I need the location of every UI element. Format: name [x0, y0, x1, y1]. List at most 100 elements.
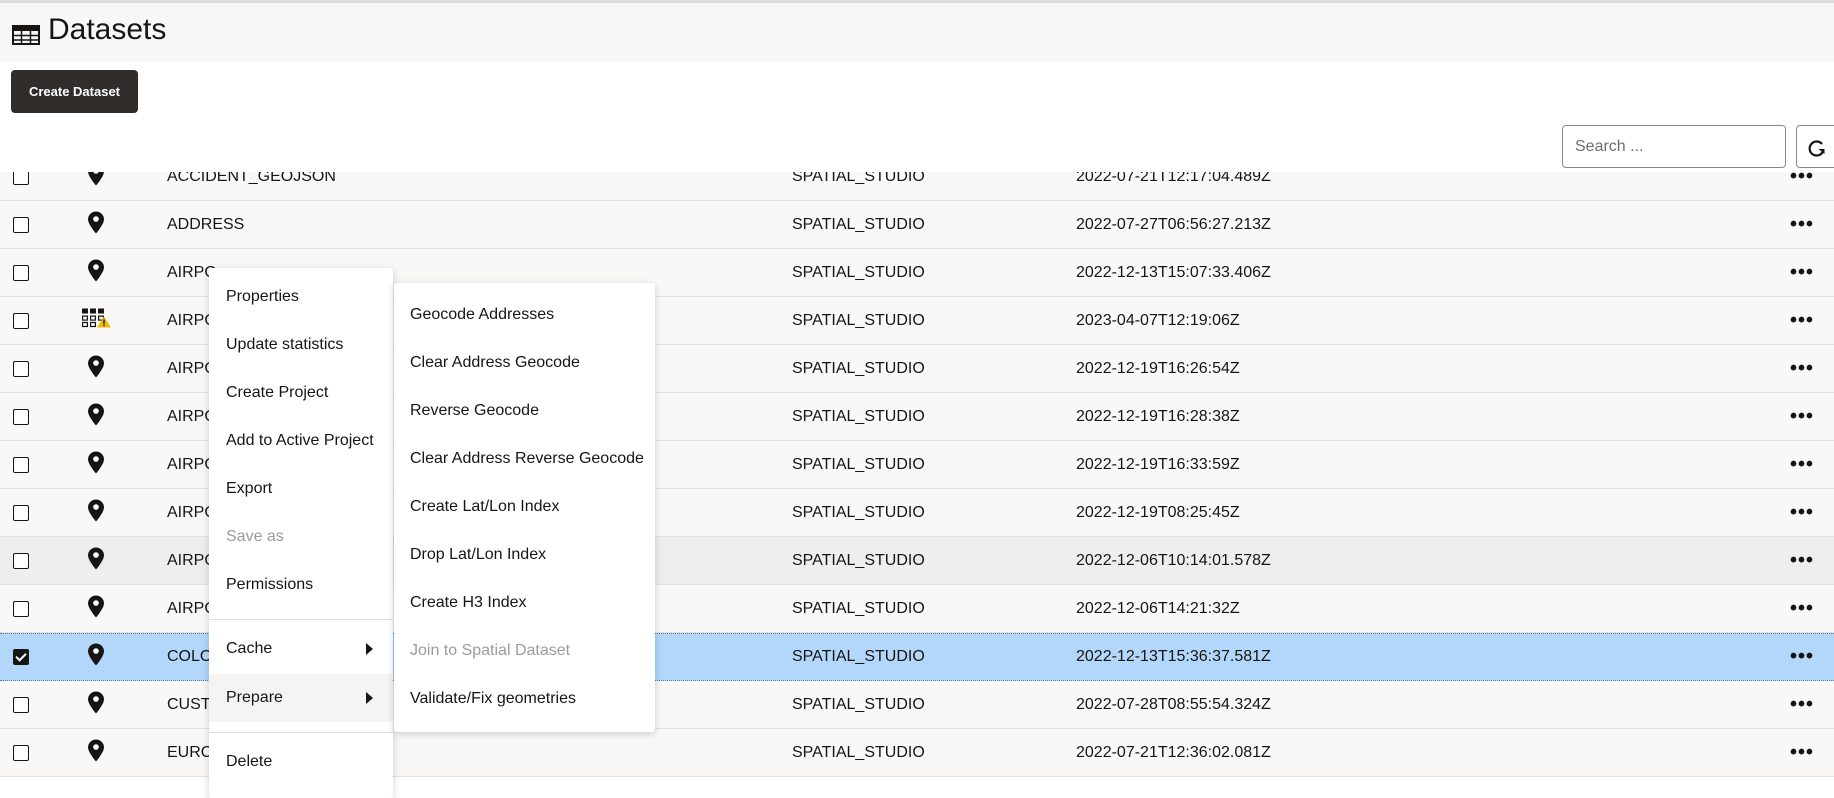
dataset-owner: SPATIAL_STUDIO [792, 599, 925, 617]
more-actions-icon[interactable]: ••• [1790, 213, 1814, 236]
dataset-date: 2022-12-06T10:14:01.578Z [1076, 551, 1271, 569]
search-input[interactable] [1562, 125, 1786, 168]
dataset-date: 2022-12-13T15:07:33.406Z [1076, 263, 1271, 281]
more-actions-icon[interactable]: ••• [1790, 453, 1814, 476]
more-actions-icon[interactable]: ••• [1790, 646, 1814, 669]
menu-item-save-as: Save as [226, 528, 284, 545]
menu-item-properties[interactable]: Properties [209, 273, 393, 321]
refresh-icon [1808, 140, 1825, 157]
map-pin-icon [88, 643, 104, 671]
submenu-item-geocode-addresses[interactable]: Geocode Addresses [410, 305, 554, 325]
dataset-date: 2022-12-19T08:25:45Z [1076, 503, 1240, 521]
menu-divider [209, 619, 393, 620]
dataset-name[interactable]: ACCIDENT_GEOJSON [167, 172, 336, 186]
create-dataset-button[interactable]: Create Dataset [11, 70, 138, 113]
map-pin-icon [88, 172, 104, 190]
dataset-owner: SPATIAL_STUDIO [792, 311, 925, 329]
row-checkbox[interactable] [13, 504, 29, 521]
menu-item-permissions[interactable]: Permissions [209, 561, 393, 609]
more-actions-icon[interactable]: ••• [1790, 357, 1814, 380]
row-checkbox[interactable] [13, 312, 29, 329]
row-checkbox[interactable] [13, 744, 29, 761]
menu-item-update-statistics[interactable]: Update statistics [209, 321, 393, 369]
page-title: Datasets [48, 13, 167, 46]
table-icon [12, 25, 40, 45]
more-actions-icon[interactable]: ••• [1790, 261, 1814, 284]
dataset-name[interactable]: ADDRESS [167, 216, 244, 234]
submenu-item-create-h3-index[interactable]: Create H3 Index [410, 593, 527, 613]
submenu-item-reverse-geocode[interactable]: Reverse Geocode [410, 401, 539, 421]
map-pin-icon [88, 739, 104, 766]
submenu-item-validate-fix-geometries[interactable]: Validate/Fix geometries [410, 689, 576, 709]
grid-warning-icon [82, 308, 112, 333]
row-checkbox[interactable] [13, 360, 29, 377]
dataset-date: 2022-12-06T14:21:32Z [1076, 599, 1240, 617]
submenu-item-clear-address-geocode[interactable]: Clear Address Geocode [410, 353, 580, 373]
row-checkbox[interactable] [13, 216, 29, 233]
row-checkbox[interactable] [13, 408, 29, 425]
prepare-submenu: Geocode Addresses Clear Address Geocode Re… [394, 283, 655, 732]
menu-item-cache[interactable]: Cache [209, 625, 393, 673]
refresh-button[interactable] [1796, 125, 1834, 168]
submenu-item-join-to-spatial-dataset: Join to Spatial Dataset [410, 642, 571, 659]
dataset-owner: SPATIAL_STUDIO [792, 263, 925, 281]
more-actions-icon[interactable]: ••• [1790, 693, 1814, 716]
row-checkbox[interactable] [13, 552, 29, 569]
map-pin-icon [88, 211, 104, 238]
page-header: Datasets [0, 3, 1834, 62]
dataset-owner: SPATIAL_STUDIO [792, 743, 925, 761]
row-checkbox[interactable] [13, 600, 29, 617]
more-actions-icon[interactable]: ••• [1790, 172, 1814, 188]
menu-item-label: Cache [226, 640, 273, 657]
dataset-owner: SPATIAL_STUDIO [792, 215, 925, 233]
dataset-date: 2022-07-21T12:36:02.081Z [1076, 743, 1271, 761]
map-pin-icon [88, 451, 104, 478]
dataset-owner: SPATIAL_STUDIO [792, 503, 925, 521]
row-checkbox[interactable] [13, 172, 29, 185]
submenu-item-create-lat-lon-index[interactable]: Create Lat/Lon Index [410, 497, 559, 517]
row-checkbox[interactable] [13, 696, 29, 713]
dataset-name[interactable]: COLO [167, 648, 212, 666]
dataset-date: 2022-12-13T15:36:37.581Z [1076, 648, 1271, 665]
dataset-owner: SPATIAL_STUDIO [792, 455, 925, 473]
dataset-owner: SPATIAL_STUDIO [792, 172, 925, 185]
dataset-owner: SPATIAL_STUDIO [792, 407, 925, 425]
dataset-date: 2022-12-19T16:28:38Z [1076, 407, 1240, 425]
menu-item-label: Prepare [226, 689, 283, 706]
dataset-name[interactable]: EURO [167, 744, 213, 762]
menu-item-export[interactable]: Export [209, 465, 393, 513]
dataset-date: 2022-12-19T16:33:59Z [1076, 455, 1240, 473]
caret-right-icon [366, 692, 373, 704]
more-actions-icon[interactable]: ••• [1790, 501, 1814, 524]
dataset-date: 2022-07-21T12:17:04.489Z [1076, 172, 1271, 185]
map-pin-icon [88, 595, 104, 622]
row-checkbox[interactable] [13, 649, 29, 665]
menu-item-add-to-active-project[interactable]: Add to Active Project [209, 417, 393, 465]
dataset-date: 2023-04-07T12:19:06Z [1076, 311, 1240, 329]
context-menu: Cache Prepare Delete Properties Update st… [209, 268, 393, 798]
submenu-item-drop-lat-lon-index[interactable]: Drop Lat/Lon Index [410, 545, 546, 565]
caret-right-icon [366, 643, 373, 655]
more-actions-icon[interactable]: ••• [1790, 549, 1814, 572]
table-row[interactable]: ADDRESS SPATIAL_STUDIO 2022-07-27T06:56:… [0, 201, 1834, 249]
menu-divider [209, 732, 393, 733]
map-pin-icon [88, 499, 104, 526]
more-actions-icon[interactable]: ••• [1790, 597, 1814, 620]
map-pin-icon [88, 691, 104, 718]
menu-item-delete[interactable]: Delete [209, 738, 393, 786]
menu-item-create-project[interactable]: Create Project [209, 369, 393, 417]
dataset-owner: SPATIAL_STUDIO [792, 695, 925, 713]
dataset-date: 2022-12-19T16:26:54Z [1076, 359, 1240, 377]
dataset-owner: SPATIAL_STUDIO [792, 648, 925, 665]
menu-item-prepare[interactable]: Prepare [209, 674, 393, 722]
dataset-owner: SPATIAL_STUDIO [792, 359, 925, 377]
row-checkbox[interactable] [13, 456, 29, 473]
table-row[interactable]: ACCIDENT_GEOJSON SPATIAL_STUDIO 2022-07-… [0, 172, 1834, 201]
more-actions-icon[interactable]: ••• [1790, 741, 1814, 764]
submenu-item-clear-address-reverse-geocode[interactable]: Clear Address Reverse Geocode [410, 449, 644, 469]
dataset-date: 2022-07-28T08:55:54.324Z [1076, 695, 1271, 713]
map-pin-icon [88, 355, 104, 382]
more-actions-icon[interactable]: ••• [1790, 309, 1814, 332]
more-actions-icon[interactable]: ••• [1790, 405, 1814, 428]
row-checkbox[interactable] [13, 264, 29, 281]
